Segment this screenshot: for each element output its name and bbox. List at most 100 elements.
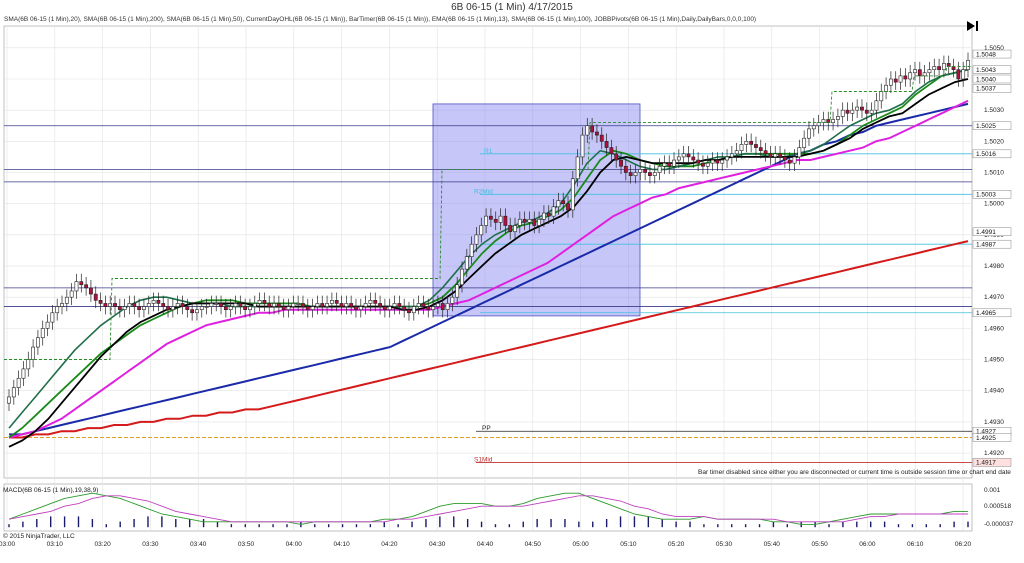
price-chart[interactable]: R1R2MidPPS1Mid 1.49201.49301.49401.49501…: [0, 0, 1024, 563]
candle-body: [662, 162, 667, 167]
y-tick-label: 1.5030: [984, 107, 1004, 114]
bartimer-note: Bar timer disabled since either you are …: [698, 469, 1011, 476]
candle-body: [238, 303, 243, 307]
candle-body: [291, 303, 296, 307]
candle-body: [681, 153, 686, 158]
time-axis: 03:00 03:10 03:20 03:30 03:40 03:50 04:00 04:10…: [0, 541, 972, 548]
candle-body: [267, 303, 272, 307]
scroll-to-end-icon[interactable]: [967, 21, 978, 31]
candle-body: [734, 150, 739, 155]
candle-body: [725, 156, 729, 161]
candle-body: [522, 218, 527, 223]
y-tick-label: 1.4920: [984, 450, 1004, 457]
candle-body: [686, 153, 691, 158]
candle-body: [517, 218, 522, 226]
candle-body: [137, 306, 142, 310]
candle-body: [884, 84, 888, 92]
candle-body: [60, 303, 64, 307]
candle-body: [455, 284, 460, 298]
candle-body: [373, 300, 378, 304]
x-tick-label: 03:20: [94, 541, 111, 548]
candle-body: [537, 218, 542, 226]
candle-body: [31, 346, 35, 360]
candle-body: [16, 377, 21, 388]
candle-body: [792, 156, 797, 164]
candle-body: [888, 78, 893, 86]
price-badge-label: 1.5043: [976, 67, 996, 74]
price-badge-label: 1.4991: [976, 229, 996, 236]
candle-body: [513, 225, 517, 233]
candle-body: [778, 153, 782, 158]
candle-body: [845, 109, 850, 114]
macd-frame: [3, 483, 973, 532]
candle-body: [676, 156, 681, 161]
candle-body: [305, 306, 310, 310]
candle-body: [243, 306, 248, 310]
price-badge-label: 1.4917: [976, 460, 996, 467]
candle-body: [638, 169, 643, 173]
price-badge-label: 1.5016: [976, 151, 996, 158]
candle-body: [942, 63, 946, 70]
candle-body: [614, 153, 619, 161]
candle-body: [744, 141, 749, 145]
candle-body: [599, 134, 604, 142]
candle-body: [619, 159, 623, 167]
candle-body: [672, 159, 676, 167]
candle-body: [363, 303, 368, 307]
candle-body: [691, 156, 696, 161]
candle-body: [175, 303, 180, 307]
candle-body: [966, 59, 970, 70]
candle-body: [132, 303, 137, 307]
x-tick-label: 05:10: [620, 541, 637, 548]
candle-body: [575, 156, 580, 180]
candle-body: [493, 218, 498, 223]
candle-body: [739, 144, 744, 151]
candle-body: [460, 268, 464, 286]
candle-body: [402, 306, 407, 310]
candle-body: [917, 69, 922, 77]
candle-body: [397, 303, 402, 307]
macd-line: [8, 492, 968, 525]
candle-body: [223, 306, 228, 310]
candle-body: [604, 141, 609, 148]
candle-body: [850, 109, 855, 114]
y-tick-label: 1.5000: [984, 201, 1004, 208]
candle-body: [122, 306, 127, 310]
candle-body: [339, 303, 344, 307]
price-badge-label: 1.5040: [976, 76, 996, 83]
macd-label: MACD(6B 06-15 (1 Min),19,38,9): [3, 487, 98, 494]
candle-body: [542, 212, 546, 220]
candle-body: [474, 234, 479, 245]
candle-body: [209, 303, 214, 307]
candle-body: [368, 300, 373, 304]
candle-body: [69, 290, 74, 298]
candle-body: [710, 159, 715, 164]
y-tick-label: 1.4970: [984, 294, 1004, 301]
candle-body: [768, 153, 773, 158]
candle-body: [103, 303, 108, 307]
candle-body: [310, 306, 315, 310]
candle-body: [301, 303, 305, 307]
candle-body: [195, 309, 199, 314]
copyright: © 2015 NinjaTrader, LLC: [3, 532, 75, 540]
candle-body: [498, 215, 503, 223]
pivot-label: R1: [484, 148, 493, 155]
candle-body: [479, 225, 484, 236]
candle-body: [407, 309, 411, 314]
candle-body: [787, 159, 792, 164]
candle-body: [166, 306, 170, 310]
candle-body: [556, 200, 561, 208]
candle-body: [146, 303, 151, 307]
candle-body: [908, 72, 913, 80]
candle-body: [648, 172, 652, 176]
macd-y-tick-label: 0.001: [984, 487, 1001, 494]
candle-body: [445, 303, 450, 310]
candle-body: [643, 169, 648, 173]
x-tick-label: 03:40: [190, 541, 207, 548]
candle-body: [435, 303, 440, 307]
candle-body: [667, 162, 672, 167]
candle-body: [720, 159, 725, 164]
candle-body: [570, 178, 575, 211]
candle-body: [508, 225, 513, 233]
candle-body: [286, 306, 291, 310]
